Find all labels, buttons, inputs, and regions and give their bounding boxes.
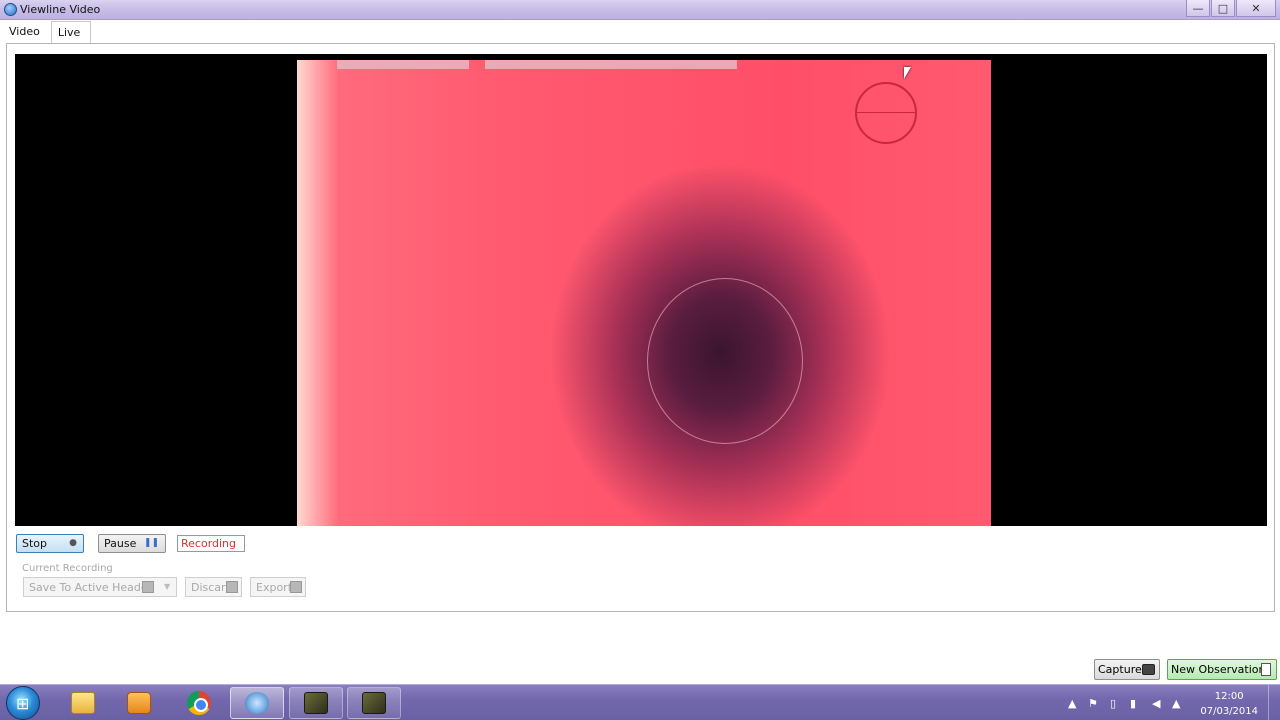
taskbar-settings-app[interactable] [230, 687, 284, 719]
clock-date: 07/03/2014 [1200, 706, 1258, 717]
tab-live[interactable]: Live [50, 21, 92, 43]
pause-button-label: Pause [104, 537, 137, 550]
pause-button[interactable]: Pause ❚❚ [98, 534, 166, 553]
document-icon [1261, 663, 1271, 676]
live-panel: Stop ● Pause ❚❚ Recording Current Record… [6, 43, 1275, 612]
show-hidden-icons-icon[interactable]: ▲ [1068, 697, 1076, 710]
window-title: Viewline Video [20, 3, 101, 16]
close-button[interactable]: ✕ [1236, 0, 1276, 17]
stop-icon: ● [69, 538, 77, 548]
title-bar: Viewline Video — □ ✕ [0, 0, 1280, 20]
network-signal-icon[interactable]: ▮ [1130, 697, 1136, 710]
taskbar-chrome[interactable] [172, 687, 226, 719]
floppy-disk-icon [142, 581, 154, 593]
pause-icon: ❚❚ [143, 538, 159, 548]
video-viewport[interactable] [15, 54, 1267, 526]
minimize-button[interactable]: — [1186, 0, 1210, 17]
battery-icon[interactable]: ▯ [1110, 697, 1116, 710]
taskbar-viewline-2[interactable] [347, 687, 401, 719]
taskbar: ⊞ ▲ ⚑ ▯ ▮ ◀ ▲ 12:00 07/03/2014 [0, 684, 1280, 720]
show-desktop-button[interactable] [1268, 685, 1280, 720]
windows-explorer-icon [71, 692, 95, 714]
volume-icon[interactable]: ◀ [1152, 697, 1160, 710]
start-button[interactable]: ⊞ [6, 686, 40, 720]
stop-button-label: Stop [22, 537, 48, 550]
export-icon [290, 581, 302, 593]
maximize-button[interactable]: □ [1211, 0, 1235, 17]
app-icon [4, 3, 17, 16]
save-button-label: Save To Active Header [29, 581, 153, 594]
new-observation-label: New Observation [1171, 663, 1266, 676]
camera-icon [1142, 664, 1155, 675]
feed-overlay-text-2 [485, 60, 737, 69]
save-to-active-header-button[interactable]: Save To Active Header ▼ [23, 577, 177, 597]
window-controls: — □ ✕ [1185, 0, 1276, 18]
taskbar-media-player[interactable] [112, 687, 166, 719]
export-button-label: Export [256, 581, 293, 594]
chevron-down-icon: ▼ [164, 582, 171, 591]
camera-feed [297, 60, 991, 526]
media-player-icon [127, 692, 151, 714]
discard-icon [226, 581, 238, 593]
google-drive-icon[interactable]: ▲ [1172, 697, 1180, 710]
feed-overlay-text-1 [337, 60, 469, 69]
new-observation-button[interactable]: New Observation [1167, 659, 1277, 680]
recording-status: Recording [177, 535, 245, 552]
mouse-cursor-icon [904, 67, 911, 79]
action-center-flag-icon[interactable]: ⚑ [1088, 697, 1098, 710]
clock-time: 12:00 [1214, 691, 1244, 702]
windows-logo-icon: ⊞ [16, 694, 30, 713]
pipe-inner-ring [647, 278, 803, 444]
export-button[interactable]: Export [250, 577, 306, 597]
viewline-app-icon-2 [362, 692, 386, 714]
discard-button[interactable]: Discard [185, 577, 242, 597]
settings-app-icon [245, 692, 269, 714]
crosshair-target-icon [855, 82, 917, 144]
tab-video[interactable]: Video [0, 21, 50, 43]
tab-strip: Video Live [0, 21, 1280, 43]
current-recording-group-label: Current Recording [22, 563, 113, 574]
chrome-icon [187, 691, 211, 715]
stop-button[interactable]: Stop ● [16, 534, 84, 553]
taskbar-explorer[interactable] [56, 687, 110, 719]
capture-button[interactable]: Capture [1094, 659, 1160, 680]
capture-button-label: Capture [1098, 663, 1142, 676]
taskbar-clock[interactable]: 12:00 07/03/2014 [1200, 689, 1258, 719]
taskbar-viewline-1[interactable] [289, 687, 343, 719]
system-tray: ▲ ⚑ ▯ ▮ ◀ ▲ 12:00 07/03/2014 [1060, 685, 1280, 720]
viewline-app-icon [304, 692, 328, 714]
